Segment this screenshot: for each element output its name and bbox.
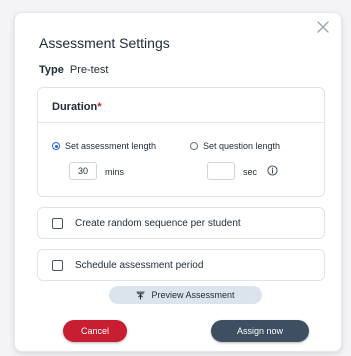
duration-divider [38, 122, 324, 123]
type-value: Pre-test [69, 64, 109, 76]
radio-question-length-label: Set question length [203, 141, 281, 151]
radio-question-length[interactable]: Set question length [190, 141, 280, 151]
schedule-period-option[interactable]: Schedule assessment period [37, 249, 325, 281]
random-sequence-checkbox[interactable] [52, 217, 63, 229]
preview-assessment-label: Preview Assessment [151, 290, 235, 300]
duration-title: Duration* [52, 101, 102, 113]
schedule-period-checkbox[interactable] [52, 259, 63, 271]
random-sequence-option[interactable]: Create random sequence per student [37, 207, 325, 239]
radio-button-checked[interactable] [52, 142, 60, 150]
type-label: Type [39, 64, 64, 76]
required-mark: * [97, 101, 102, 113]
assessment-settings-dialog: Assessment Settings Type Pre-test Durati… [14, 12, 342, 352]
assign-now-button[interactable]: Assign now [211, 320, 309, 342]
duration-title-text: Duration [52, 101, 98, 113]
cancel-button[interactable]: Cancel [63, 320, 127, 342]
preview-assessment-button[interactable]: Preview Assessment [109, 286, 262, 304]
type-row: Type Pre-test [39, 64, 108, 76]
preview-icon [136, 291, 146, 300]
assessment-length-input[interactable] [69, 162, 97, 180]
schedule-period-label: Schedule assessment period [75, 259, 204, 271]
close-icon[interactable] [315, 19, 331, 35]
question-length-input[interactable] [207, 162, 235, 180]
radio-assessment-length-label: Set assessment length [65, 141, 157, 151]
random-sequence-label: Create random sequence per student [75, 217, 241, 229]
radio-assessment-length[interactable]: Set assessment length [52, 141, 156, 151]
duration-section: Duration* Set assessment length Set ques… [37, 87, 325, 197]
question-length-unit: sec [243, 167, 258, 177]
assessment-length-unit: mins [105, 167, 125, 177]
dialog-title: Assessment Settings [39, 35, 170, 51]
info-icon[interactable] [267, 165, 278, 176]
radio-button-unchecked[interactable] [190, 142, 198, 150]
